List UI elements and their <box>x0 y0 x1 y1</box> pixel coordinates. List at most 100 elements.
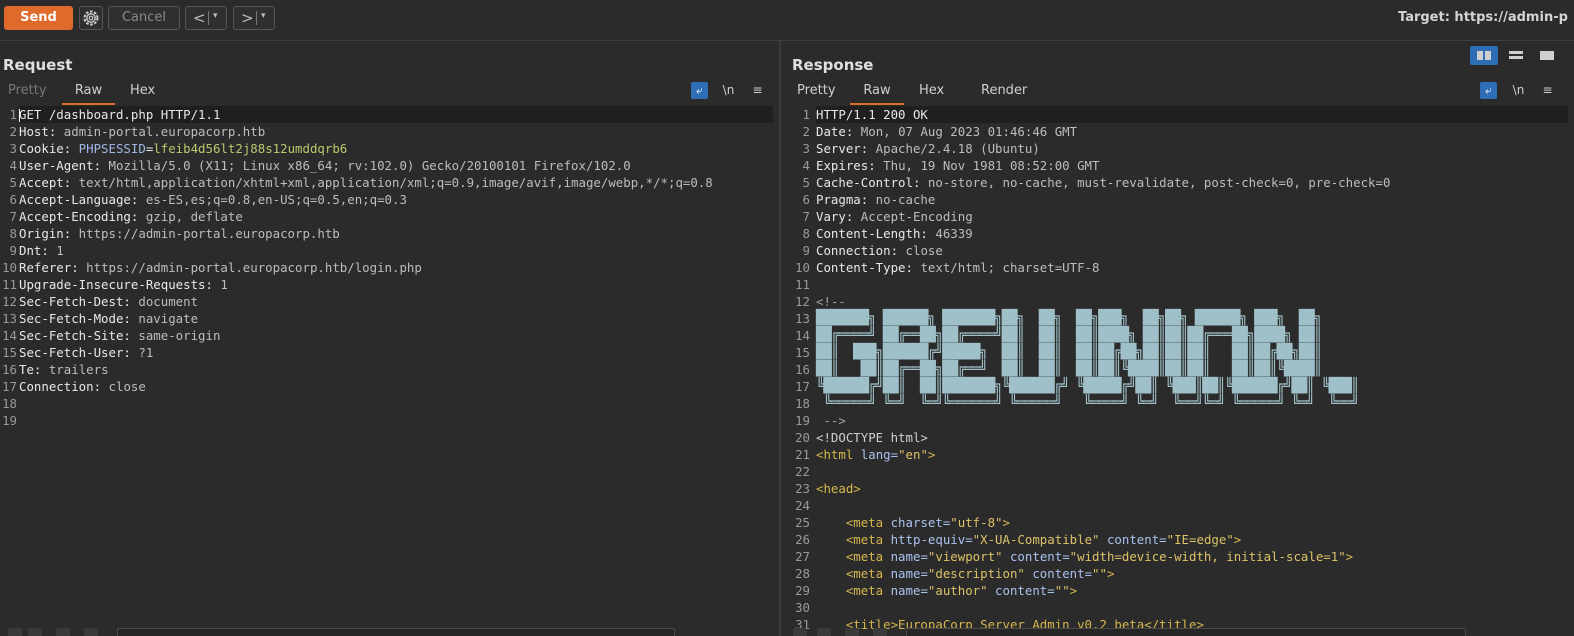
code-line: Origin: https://admin-portal.europacorp.… <box>19 226 340 241</box>
wrap-lines-icon[interactable]: ⤶ <box>1480 82 1497 99</box>
request-footer <box>0 624 779 636</box>
response-panel: Response Pretty Raw Hex Render ⤶ \n ≡ 1 2… <box>781 41 1574 636</box>
separator <box>208 11 209 25</box>
code-line: <meta http-equiv="X-UA-Compatible" conte… <box>816 532 1242 547</box>
code-line: Cookie: PHPSESSID=lfeib4d56lt2j88s12umdd… <box>19 141 348 156</box>
code-line: Referer: https://admin-portal.europacorp… <box>19 260 422 275</box>
send-button[interactable]: Send <box>4 6 73 30</box>
gear-icon[interactable] <box>817 628 831 636</box>
response-code[interactable]: HTTP/1.1 200 OK Date: Mon, 07 Aug 2023 0… <box>816 106 1568 633</box>
search-input[interactable] <box>906 628 1466 636</box>
line-number: 5 <box>802 175 810 190</box>
line-number: 28 <box>795 566 810 581</box>
settings-button[interactable] <box>79 6 103 30</box>
response-title: Response <box>792 56 874 74</box>
chevron-down-icon[interactable]: ▾ <box>213 11 218 21</box>
code-line: Cache-Control: no-store, no-cache, must-… <box>816 175 1391 190</box>
line-number: 16 <box>2 362 17 377</box>
line-number: 9 <box>9 243 17 258</box>
line-number: 26 <box>795 532 810 547</box>
tab-pretty[interactable]: Pretty <box>797 82 836 103</box>
code-line: User-Agent: Mozilla/5.0 (X11; Linux x86_… <box>19 158 631 173</box>
line-number: 13 <box>2 311 17 326</box>
tabbed-layout-icon[interactable] <box>1533 46 1561 65</box>
line-number: 7 <box>9 209 17 224</box>
tab-raw[interactable]: Raw <box>850 82 904 105</box>
line-number: 19 <box>2 413 17 428</box>
code-line: --> <box>816 413 846 428</box>
code-line: <html lang="en"> <box>816 447 936 462</box>
line-number: 10 <box>795 260 810 275</box>
stacked-layout-icon[interactable] <box>1502 46 1530 65</box>
newline-toggle-icon[interactable]: \n <box>720 82 737 99</box>
line-number: 8 <box>9 226 17 241</box>
line-number: 23 <box>795 481 810 496</box>
menu-icon[interactable]: ≡ <box>749 82 766 99</box>
line-number: 15 <box>795 345 810 360</box>
target-label[interactable]: Target: https://admin-p <box>1398 10 1568 25</box>
chevron-down-icon[interactable]: ▾ <box>261 11 266 21</box>
ascii-art-line: ██║ ███╗██████╔╝█████╗ ██║ ██║ ██║██╔██╗… <box>816 344 1322 360</box>
help-icon[interactable] <box>8 628 22 636</box>
line-number: 24 <box>795 498 810 513</box>
code-line: Dnt: 1 <box>19 243 64 258</box>
toolbar: Send Cancel < ▾ > ▾ Target: https://admi… <box>0 0 1574 41</box>
help-icon[interactable] <box>793 628 807 636</box>
gear-icon[interactable] <box>28 628 42 636</box>
tab-raw[interactable]: Raw <box>62 82 115 105</box>
side-by-side-layout-icon[interactable] <box>1470 46 1498 65</box>
code-line: Content-Length: 46339 <box>816 226 973 241</box>
line-number: 20 <box>795 430 810 445</box>
code-line: Te: trailers <box>19 362 109 377</box>
line-number: 30 <box>795 600 810 615</box>
back-button[interactable]: < ▾ <box>185 6 227 30</box>
code-line: <!-- <box>816 294 846 309</box>
line-number: 2 <box>9 124 17 139</box>
back-icon: < <box>193 9 206 27</box>
menu-icon[interactable]: ≡ <box>1539 82 1556 99</box>
tab-hex[interactable]: Hex <box>919 82 944 103</box>
line-number-gutter: 1 2 3 4 5 6 7 8 9 10 11 12 13 14 15 16 17 18 19 <box>0 106 17 622</box>
code-line: Server: Apache/2.4.18 (Ubuntu) <box>816 141 1040 156</box>
response-editor[interactable]: 1 2 3 4 5 6 7 8 9 10 11 12 13 14 15 16 17 18 19 20 21 22 23 24 2… <box>781 106 1574 632</box>
tab-hex[interactable]: Hex <box>130 82 155 103</box>
ascii-art-line: ╚═════╝ ╚═╝ ╚═╝╚══════╝ ╚═════╝ ╚════╝ ╚… <box>816 395 1359 411</box>
tab-pretty[interactable]: Pretty <box>8 82 47 103</box>
request-editor[interactable]: 1 2 3 4 5 6 7 8 9 10 11 12 13 14 15 16 17 18 19 GET /dashb… <box>0 106 779 622</box>
code-line: <meta name="description" content=""> <box>816 566 1115 581</box>
forward-button[interactable]: > ▾ <box>233 6 275 30</box>
next-match-icon[interactable] <box>873 628 887 636</box>
request-code[interactable]: GET /dashboard.php HTTP/1.1 Host: admin-p… <box>19 106 773 429</box>
code-line: Sec-Fetch-Mode: navigate <box>19 311 199 326</box>
prev-match-icon[interactable] <box>56 628 70 636</box>
wrap-lines-icon[interactable]: ⤶ <box>691 82 708 99</box>
code-line: Expires: Thu, 19 Nov 1981 08:52:00 GMT <box>816 158 1100 173</box>
code-line: Accept-Language: es-ES,es;q=0.8,en-US;q=… <box>19 192 407 207</box>
code-line: <!DOCTYPE html> <box>816 430 928 445</box>
line-number: 1 <box>9 107 17 122</box>
line-number: 18 <box>2 396 17 411</box>
prev-match-icon[interactable] <box>845 628 859 636</box>
code-line: Date: Mon, 07 Aug 2023 01:46:46 GMT <box>816 124 1078 139</box>
line-number: 2 <box>802 124 810 139</box>
next-match-icon[interactable] <box>84 628 98 636</box>
code-line: Sec-Fetch-Site: same-origin <box>19 328 221 343</box>
line-number: 7 <box>802 209 810 224</box>
cancel-button[interactable]: Cancel <box>108 6 180 30</box>
line-number: 1 <box>802 107 810 122</box>
code-line: Pragma: no-cache <box>816 192 936 207</box>
response-footer <box>781 624 1574 636</box>
line-number: 29 <box>795 583 810 598</box>
code-line: <meta name="viewport" content="width=dev… <box>816 549 1354 564</box>
newline-toggle-icon[interactable]: \n <box>1510 82 1527 99</box>
search-input[interactable] <box>117 628 675 636</box>
line-number: 5 <box>9 175 17 190</box>
code-line: <meta charset="utf-8"> <box>816 515 1010 530</box>
tab-render[interactable]: Render <box>981 82 1027 103</box>
forward-icon: > <box>241 9 254 27</box>
